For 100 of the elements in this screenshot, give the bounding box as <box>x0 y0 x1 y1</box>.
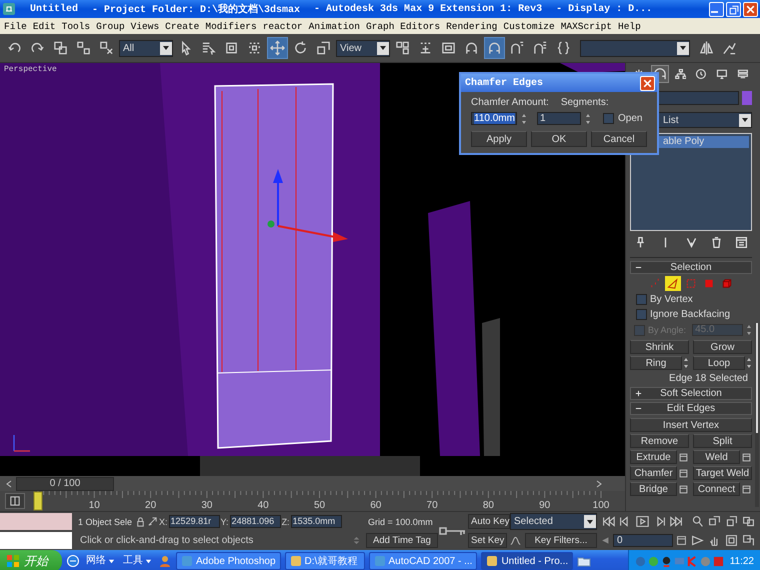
menu-item[interactable]: Create <box>165 20 200 32</box>
taskbar-toolbar[interactable]: 工具 <box>121 554 154 568</box>
play-icon[interactable] <box>636 515 649 528</box>
key-tangent-icon[interactable] <box>510 535 521 546</box>
minimize-button[interactable] <box>709 2 724 16</box>
checkbox[interactable]: Ignore Backfacing <box>630 308 752 321</box>
menu-item[interactable]: Views <box>130 20 160 32</box>
dialog-button[interactable]: OK <box>531 131 587 147</box>
settings-window-icon[interactable] <box>679 484 688 494</box>
menu-item[interactable]: MAXScript <box>560 20 612 32</box>
dialog-button[interactable]: Cancel <box>591 131 647 147</box>
x-coordinate-field[interactable]: 12529.81r <box>168 515 220 528</box>
toolbar-button[interactable] <box>484 37 505 59</box>
zoom-all-icon[interactable] <box>708 515 721 528</box>
restore-button[interactable] <box>726 2 741 16</box>
object-color-swatch[interactable] <box>742 91 752 105</box>
y-coordinate-field[interactable]: 24881.096 <box>230 515 281 528</box>
menu-item[interactable]: Group <box>96 20 125 32</box>
key-icon[interactable] <box>439 525 467 537</box>
curve-editor-button[interactable] <box>5 493 25 509</box>
previous-frame-icon[interactable] <box>6 480 12 488</box>
checkbox[interactable]: By Vertex <box>630 293 752 306</box>
frame-ruler[interactable]: 10 20 30 40 50 60 70 80 90 100 <box>30 491 625 511</box>
zoom-extents-icon[interactable] <box>725 515 738 528</box>
menu-item[interactable]: Graph Editors <box>366 20 440 32</box>
menu-item[interactable]: Customize <box>503 20 555 32</box>
people-icon[interactable] <box>158 554 172 568</box>
menu-item[interactable]: Help <box>618 20 641 32</box>
key-mode-dropdown[interactable]: Selected <box>510 513 597 530</box>
panel-button[interactable]: Remove <box>630 434 689 448</box>
trash-icon[interactable] <box>710 236 723 249</box>
viewport-label[interactable]: Perspective <box>4 65 57 74</box>
open-checkbox[interactable] <box>603 113 614 124</box>
rollout-header[interactable]: Edit Edges <box>630 402 752 415</box>
settings-window-icon[interactable] <box>742 484 751 494</box>
close-button[interactable] <box>640 76 655 90</box>
dialog-button[interactable]: Apply <box>471 131 527 147</box>
panel-button[interactable]: Connect <box>693 482 740 496</box>
subobject-button[interactable] <box>665 276 681 291</box>
segments-field[interactable]: 1 <box>537 112 581 125</box>
panel-button[interactable]: Shrink <box>630 340 689 354</box>
menu-item[interactable]: Rendering <box>446 20 498 32</box>
go-to-start-icon[interactable] <box>602 515 615 528</box>
configure-icon[interactable] <box>735 236 748 249</box>
add-time-tag-button[interactable]: Add Time Tag <box>366 533 438 548</box>
go-to-end-icon[interactable] <box>670 515 683 528</box>
zoom-extents-all-icon[interactable] <box>742 515 755 528</box>
named-selection-dropdown[interactable] <box>580 40 690 56</box>
z-coordinate-field[interactable]: 1535.0mm <box>290 515 342 528</box>
checkbox-box[interactable] <box>636 294 647 305</box>
panel-button[interactable]: Split <box>693 434 752 448</box>
next-frame-icon[interactable] <box>596 480 602 488</box>
branch-icon[interactable] <box>684 236 698 249</box>
menu-item[interactable]: Animation <box>308 20 360 32</box>
menu-item[interactable]: File <box>4 20 27 32</box>
menu-item[interactable]: Modifiers <box>205 20 257 32</box>
taskbar-button[interactable]: AutoCAD 2007 - ... <box>368 552 478 570</box>
maximize-viewport-icon[interactable] <box>742 534 755 547</box>
current-frame-field[interactable]: 0 <box>613 534 673 547</box>
set-key-button[interactable]: Set Key <box>468 533 508 548</box>
settings-window-icon[interactable] <box>742 452 751 462</box>
auto-key-button[interactable]: Auto Key <box>468 514 510 529</box>
panel-button[interactable]: Grow <box>693 340 752 354</box>
reference-coordinate-dropdown[interactable]: View <box>336 40 390 56</box>
current-frame-marker[interactable] <box>34 492 42 510</box>
toolbar-button[interactable] <box>267 37 288 59</box>
browser-icon[interactable] <box>66 554 80 568</box>
menu-item[interactable]: reactor <box>262 20 303 32</box>
menu-item[interactable]: Tools <box>62 20 90 32</box>
time-configuration-icon[interactable] <box>676 535 687 546</box>
transform-mode-icon[interactable] <box>147 516 158 527</box>
spinner-icon[interactable] <box>521 112 527 124</box>
panel-button[interactable]: Bridge <box>630 482 677 496</box>
field-of-view-icon[interactable] <box>691 534 704 547</box>
panel-button[interactable]: Weld <box>693 450 740 464</box>
key-filters-button[interactable]: Key Filters... <box>525 533 597 548</box>
menu-item[interactable]: Edit <box>32 20 56 32</box>
settings-window-icon[interactable] <box>679 468 688 478</box>
rollout-header[interactable]: Selection <box>630 261 752 274</box>
panel-button[interactable]: Extrude <box>630 450 677 464</box>
panel-button[interactable]: Ring <box>630 356 682 370</box>
lock-icon[interactable] <box>135 516 146 527</box>
tray-icon[interactable] <box>660 556 672 566</box>
spinner-icon[interactable] <box>585 112 591 124</box>
close-button[interactable] <box>743 2 758 16</box>
checkbox-box[interactable] <box>636 309 647 320</box>
taskbar-toolbar[interactable]: 网络 <box>84 554 117 568</box>
taskbar-button[interactable]: D:\就哥教程 <box>284 552 365 570</box>
arc-rotate-icon[interactable] <box>725 534 738 547</box>
taskbar-button[interactable]: Adobe Photoshop <box>176 552 281 570</box>
panel-button[interactable]: Target Weld <box>693 466 752 480</box>
panel-scrollbar[interactable] <box>755 323 759 507</box>
settings-window-icon[interactable] <box>679 452 688 462</box>
zoom-icon[interactable] <box>691 515 704 528</box>
panel-button[interactable]: Loop <box>693 356 745 370</box>
time-slider-thumb[interactable]: 0 / 100 <box>16 476 114 490</box>
selection-filter-dropdown[interactable]: All <box>119 40 173 56</box>
panel-button[interactable]: Chamfer <box>630 466 677 480</box>
chamfer-amount-field[interactable]: 110.0mm <box>471 112 517 125</box>
taskbar-button[interactable]: Untitled - Pro... <box>481 552 574 570</box>
